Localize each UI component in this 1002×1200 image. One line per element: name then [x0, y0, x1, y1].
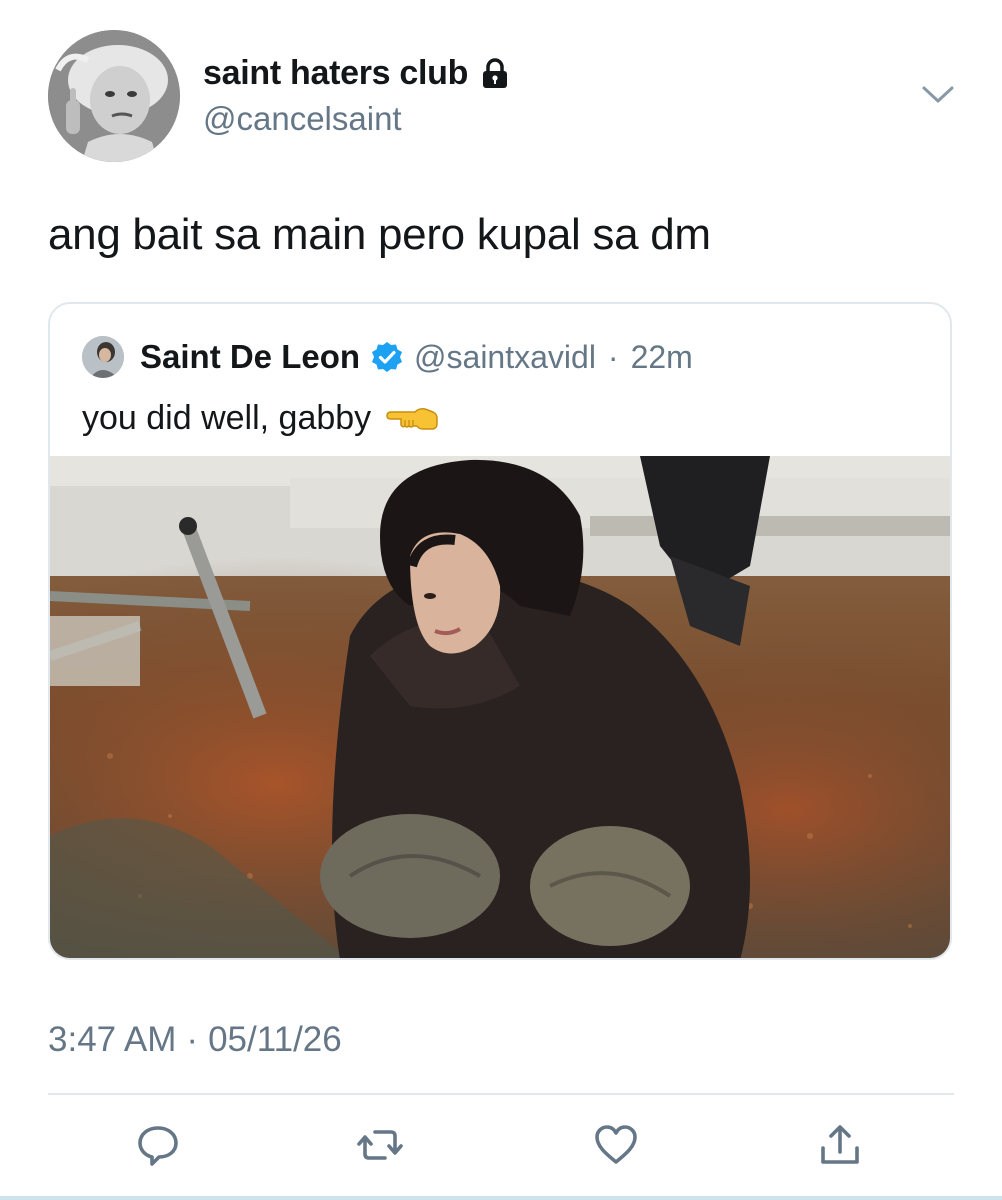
quoted-tweet-card[interactable]: Saint De Leon @saintxavidl · 22m you did…: [48, 302, 952, 960]
quoted-timestamp[interactable]: 22m: [631, 339, 693, 376]
quoted-tweet-text-row: you did well, gabby: [82, 399, 439, 438]
divider: [48, 1093, 954, 1095]
quoted-tweet-text: you did well, gabby: [82, 399, 372, 437]
tweet-detail-view: saint haters club @cancelsaint ang bait …: [0, 0, 1002, 1200]
quoted-avatar[interactable]: [82, 336, 124, 378]
author-handle[interactable]: @cancelsaint: [203, 100, 402, 138]
backhand-index-pointing-left-icon: [385, 404, 439, 434]
chevron-down-icon[interactable]: [920, 80, 956, 108]
quoted-tweet-header: Saint De Leon @saintxavidl · 22m: [82, 336, 693, 378]
quoted-media-photo[interactable]: [50, 456, 950, 958]
share-icon[interactable]: [815, 1120, 865, 1170]
tweet-time: 3:47 AM: [48, 1020, 177, 1059]
heart-icon[interactable]: [591, 1120, 641, 1170]
display-name[interactable]: saint haters club: [203, 54, 468, 93]
quoted-display-name[interactable]: Saint De Leon: [140, 338, 360, 376]
avatar[interactable]: [48, 30, 180, 162]
quoted-handle[interactable]: @saintxavidl: [414, 339, 596, 376]
lock-icon: [478, 57, 512, 91]
tweet-text: ang bait sa main pero kupal sa dm: [48, 210, 711, 259]
tweet-date: 05/11/26: [208, 1020, 342, 1059]
timestamp-separator: ·: [186, 1020, 199, 1059]
author-name-row: saint haters club: [203, 54, 512, 93]
bottom-edge: [0, 1196, 1002, 1200]
retweet-icon[interactable]: [355, 1120, 405, 1170]
tweet-timestamp: 3:47 AM · 05/11/26: [48, 1020, 342, 1060]
quoted-separator: ·: [607, 338, 619, 375]
verified-badge-icon: [370, 340, 404, 374]
reply-icon[interactable]: [133, 1120, 183, 1170]
